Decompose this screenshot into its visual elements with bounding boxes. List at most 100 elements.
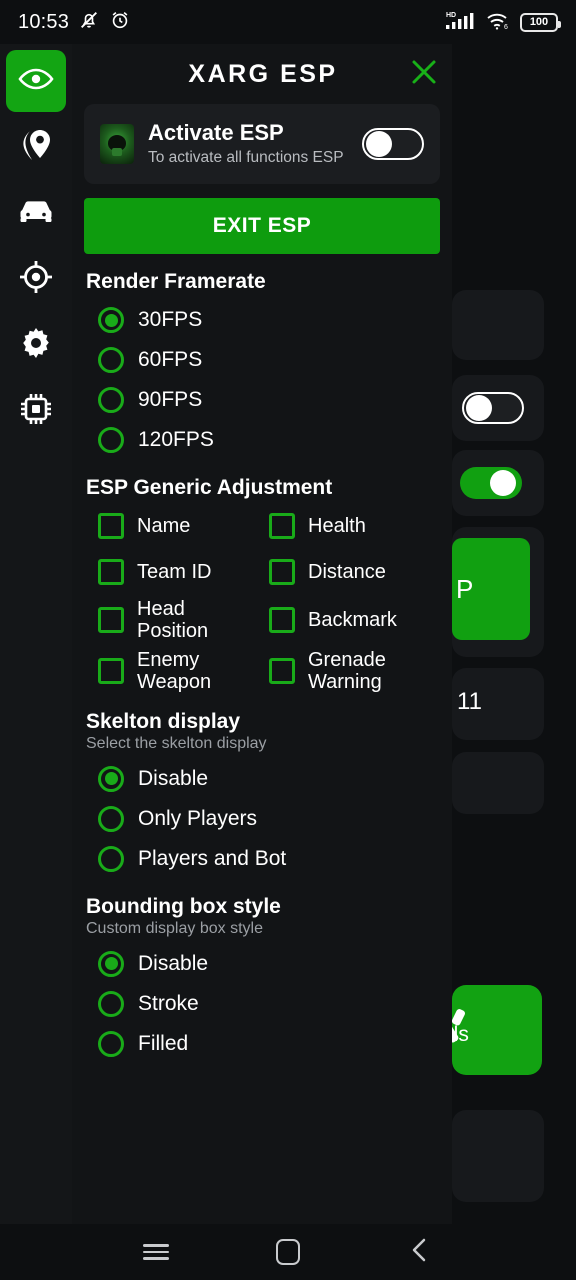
alarm-clock-icon: [109, 9, 131, 36]
status-bar-left: 10:53: [18, 9, 131, 36]
game-avatar-thumbnail: [100, 124, 134, 164]
sidebar-item-settings[interactable]: [6, 314, 66, 376]
checkbox-option-head-position[interactable]: Head Position: [98, 598, 269, 643]
radio-icon: [98, 347, 124, 373]
checkbox-icon: [269, 607, 295, 634]
radio-option-box-filled[interactable]: Filled: [84, 1024, 440, 1064]
sidebar-item-location[interactable]: [6, 116, 66, 178]
radio-option-box-stroke[interactable]: Stroke: [84, 984, 440, 1024]
sidebar: [0, 44, 72, 1224]
location-pin-icon: [19, 126, 53, 169]
checkbox-label: Health: [308, 514, 366, 537]
radio-label: 30FPS: [138, 308, 203, 331]
phone-screen: P 11 ols 10:53 HD 6 100 XARG ESP Activat…: [0, 0, 576, 1280]
recents-icon: [143, 1240, 169, 1264]
checkbox-label: Distance: [308, 560, 386, 583]
section-title: ESP Generic Adjustment: [86, 476, 333, 499]
radio-option-120fps[interactable]: 120FPS: [84, 420, 440, 460]
activate-esp-card[interactable]: Activate ESP To activate all functions E…: [84, 104, 440, 184]
svg-text:6: 6: [504, 24, 508, 31]
radio-option-only-players[interactable]: Only Players: [84, 799, 440, 839]
sidebar-item-aim[interactable]: [6, 248, 66, 310]
cpu-chip-icon: [18, 391, 54, 432]
wifi-icon: 6: [485, 9, 511, 36]
checkbox-option-team-id[interactable]: Team ID: [98, 552, 269, 592]
checkbox-label: Team ID: [137, 560, 212, 583]
sidebar-item-vehicle[interactable]: [6, 182, 66, 244]
bg-card-6[interactable]: [452, 752, 544, 814]
checkbox-option-health[interactable]: Health: [269, 506, 440, 546]
checkbox-option-name[interactable]: Name: [98, 506, 269, 546]
checkbox-option-distance[interactable]: Distance: [269, 552, 440, 592]
recents-button[interactable]: [130, 1229, 182, 1275]
section-title: Render Framerate: [86, 270, 266, 293]
radio-option-skelton-disable[interactable]: Disable: [84, 759, 440, 799]
bg-card-7[interactable]: [452, 1110, 544, 1202]
radio-label: Only Players: [138, 806, 258, 830]
close-x-icon: [408, 56, 440, 93]
back-icon: [409, 1237, 431, 1268]
cellular-signal-icon: HD: [444, 9, 476, 36]
radio-label: Disable: [138, 766, 209, 790]
bg-tools-card[interactable]: ols: [442, 985, 542, 1075]
radio-label: 120FPS: [138, 428, 214, 451]
radio-icon: [98, 845, 124, 872]
checkbox-option-grenade-warning[interactable]: Grenade Warning: [269, 649, 440, 694]
toggle-knob: [366, 131, 392, 157]
section-render-framerate: Render Framerate 30FPS 60FPS 90FPS 120FP…: [84, 270, 440, 460]
radio-icon: [98, 307, 124, 333]
exit-esp-button[interactable]: EXIT ESP: [84, 198, 440, 254]
checkbox-icon: [98, 658, 124, 685]
radio-group-bounding-box: Disable Stroke Filled: [84, 944, 440, 1064]
radio-icon: [98, 427, 124, 453]
bg-toggle-off[interactable]: [462, 392, 524, 424]
section-subtitle: Select the skelton display: [86, 734, 267, 752]
sidebar-item-memory[interactable]: [6, 380, 66, 442]
page-title: XARG ESP: [188, 59, 338, 88]
activate-esp-toggle[interactable]: [362, 128, 424, 160]
radio-option-30fps[interactable]: 30FPS: [84, 300, 440, 340]
radio-icon: [98, 1030, 124, 1057]
radio-option-60fps[interactable]: 60FPS: [84, 340, 440, 380]
bg-toggle-on[interactable]: [460, 467, 522, 499]
radio-label: Stroke: [138, 991, 199, 1015]
status-bar-right: HD 6 100: [444, 9, 561, 36]
radio-option-players-and-bot[interactable]: Players and Bot: [84, 839, 440, 879]
back-button[interactable]: [394, 1229, 446, 1275]
battery-level: 100: [529, 15, 549, 28]
radio-label: 90FPS: [138, 388, 203, 411]
activate-esp-texts: Activate ESP To activate all functions E…: [148, 120, 348, 168]
close-button[interactable]: [396, 46, 452, 102]
car-icon: [17, 196, 55, 231]
android-nav-bar: [0, 1224, 576, 1280]
radio-icon: [98, 387, 124, 413]
bg-green-button[interactable]: P: [452, 538, 530, 640]
checkbox-icon: [269, 559, 295, 585]
bg-toggle-knob: [466, 395, 492, 421]
checkbox-icon: [98, 607, 124, 634]
radio-label: 60FPS: [138, 348, 203, 371]
radio-group-skelton: Disable Only Players Players and Bot: [84, 759, 440, 879]
checkbox-icon: [98, 559, 124, 585]
radio-option-box-disable[interactable]: Disable: [84, 944, 440, 984]
radio-icon: [98, 990, 124, 1017]
status-bar: 10:53 HD 6 100: [0, 0, 576, 44]
radio-label: Players and Bot: [138, 846, 287, 870]
radio-label: Disable: [138, 951, 209, 975]
radio-group-framerate: 30FPS 60FPS 90FPS 120FPS: [84, 300, 440, 460]
home-icon: [276, 1239, 300, 1265]
radio-icon: [98, 805, 124, 832]
section-title: Skelton display: [86, 709, 241, 733]
home-button[interactable]: [262, 1229, 314, 1275]
checkbox-option-enemy-weapon[interactable]: Enemy Weapon: [98, 649, 269, 694]
radio-label: Filled: [138, 1031, 189, 1055]
mute-bell-icon: [78, 9, 100, 36]
sidebar-item-esp[interactable]: [6, 50, 66, 112]
radio-option-90fps[interactable]: 90FPS: [84, 380, 440, 420]
checkbox-option-backmark[interactable]: Backmark: [269, 598, 440, 643]
bg-card-1[interactable]: [452, 290, 544, 360]
bg-number-fragment: 11: [457, 688, 482, 715]
checkbox-label: Enemy Weapon: [137, 648, 212, 694]
checkbox-icon: [269, 658, 295, 685]
radio-icon: [98, 950, 124, 977]
